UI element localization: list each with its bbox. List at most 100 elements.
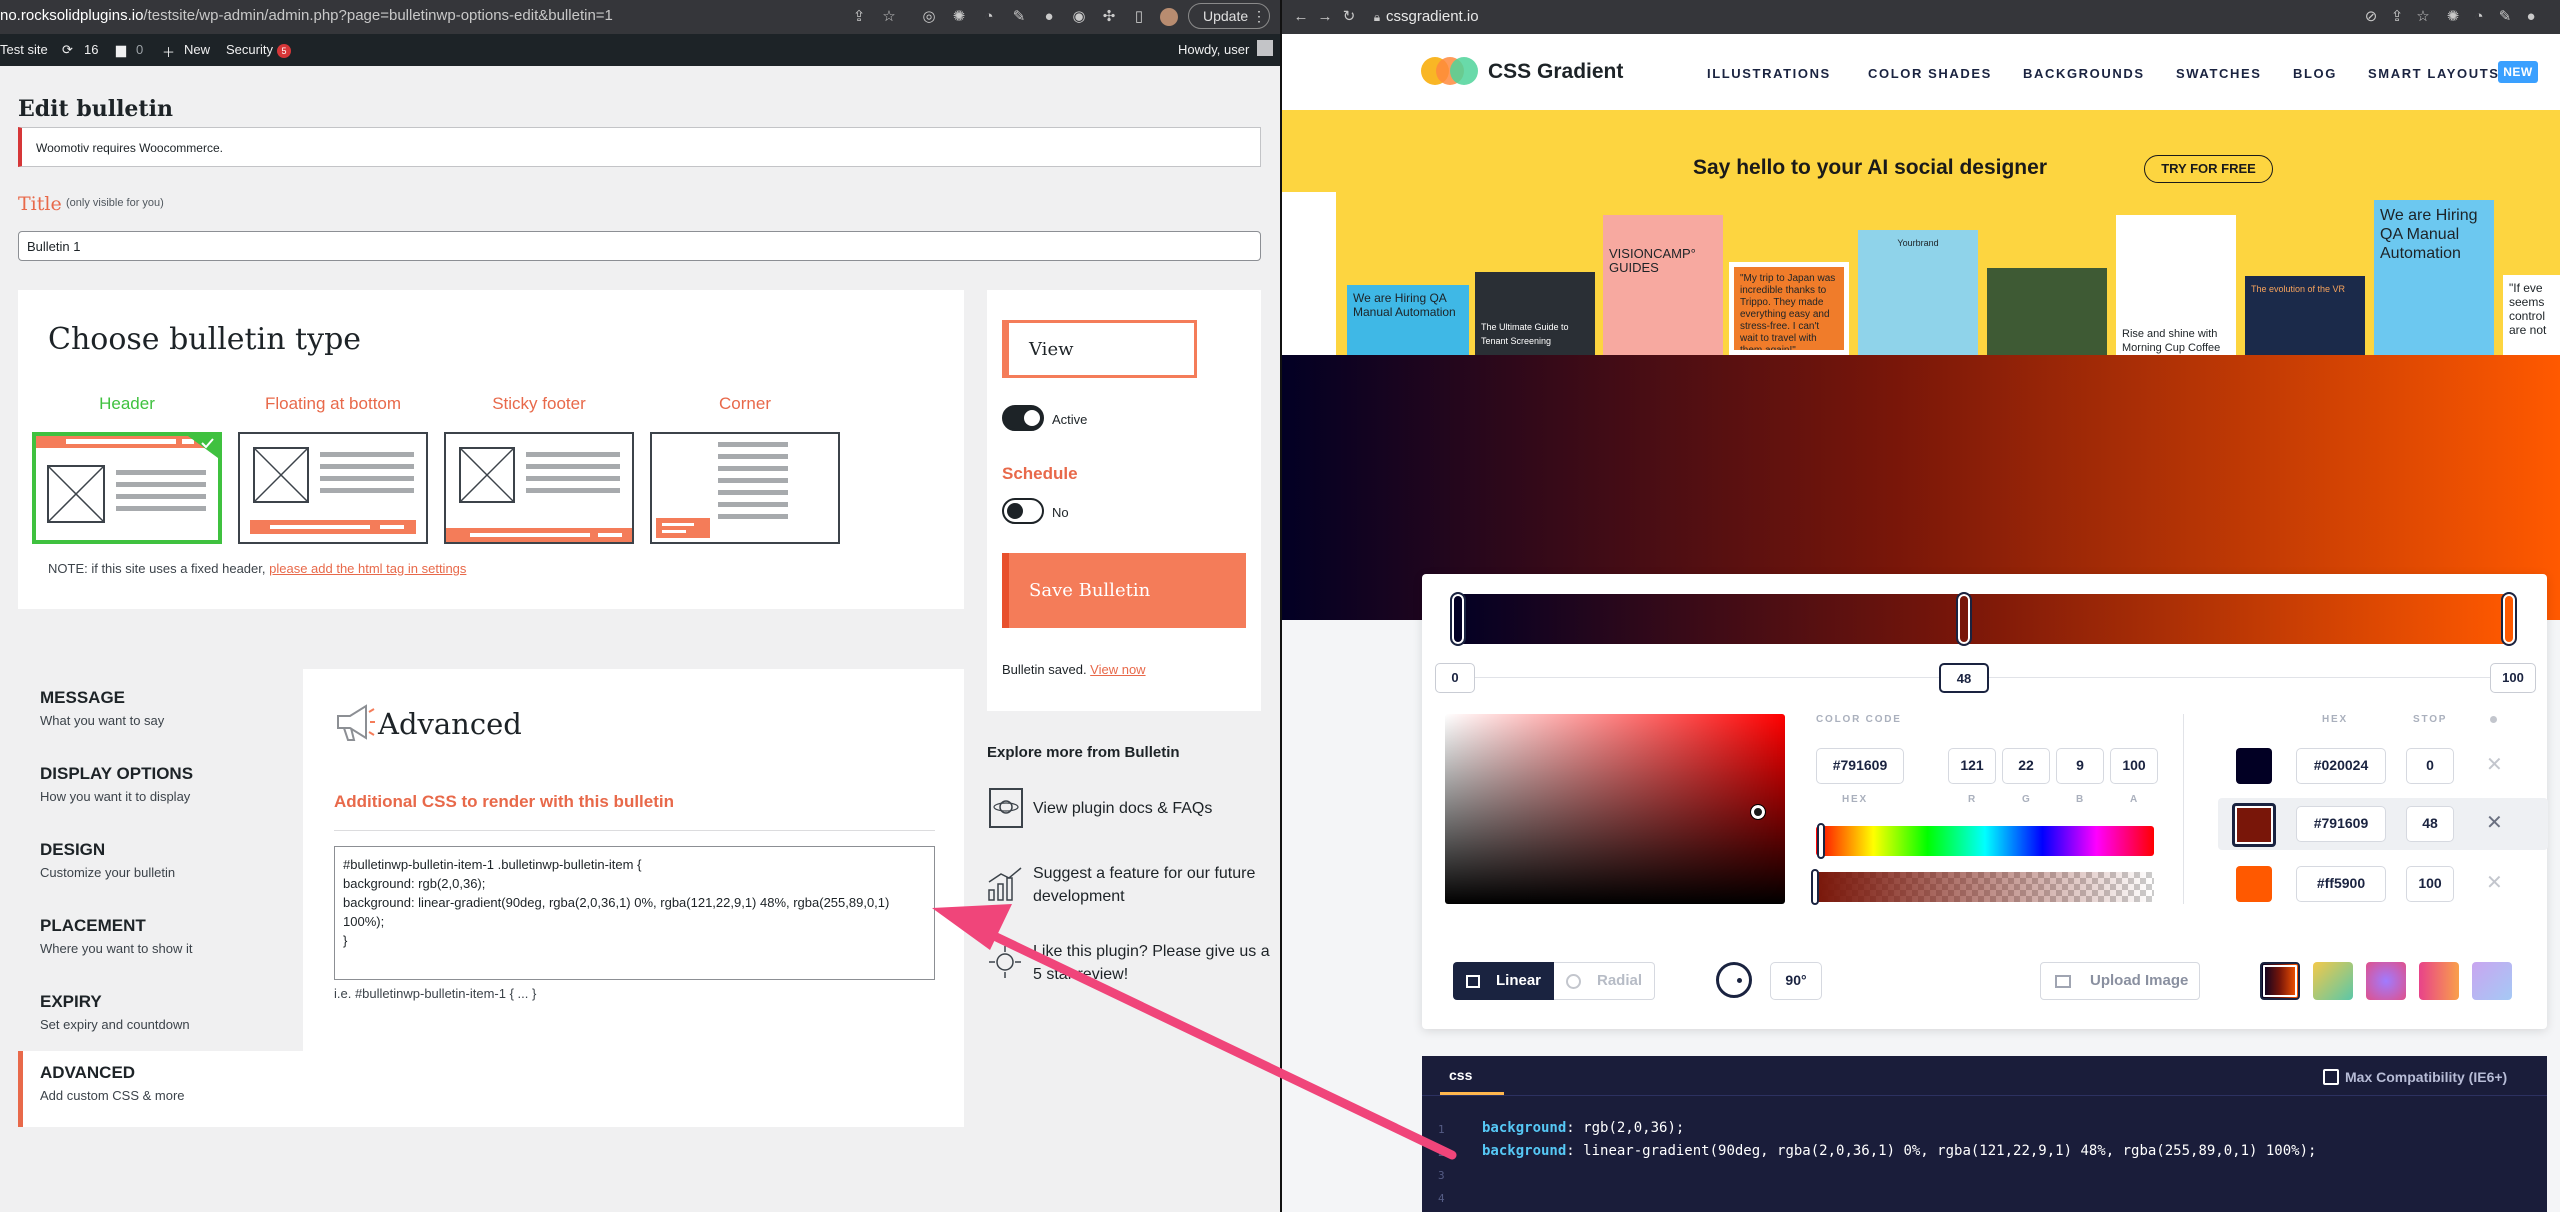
css-code-line-1[interactable]: background: rgb(2,0,36); xyxy=(1482,1120,1684,1136)
hue-slider-handle[interactable] xyxy=(1817,823,1825,859)
r-input[interactable]: 121 xyxy=(1948,748,1996,784)
g-input[interactable]: 22 xyxy=(2002,748,2050,784)
nav-swatches[interactable]: SWATCHES xyxy=(2176,66,2262,81)
stop-value-48[interactable]: 48 xyxy=(2406,806,2454,842)
menu-display-options[interactable]: DISPLAY OPTIONS How you want it to displa… xyxy=(18,752,303,822)
forward-icon[interactable]: → xyxy=(1316,8,1334,26)
stop-swatch-0[interactable] xyxy=(2236,748,2272,784)
nav-backgrounds[interactable]: BACKGROUNDS xyxy=(2023,66,2145,81)
profile-avatar-icon[interactable] xyxy=(1160,8,1178,26)
plus-icon[interactable]: ＋ xyxy=(162,42,175,61)
menu-message[interactable]: MESSAGE What you want to say xyxy=(18,676,303,746)
additional-css-textarea[interactable]: #bulletinwp-bulletin-item-1 .bulletinwp-… xyxy=(334,846,935,980)
extension-icon[interactable]: ◔ xyxy=(2470,8,2488,26)
reload-icon[interactable]: ↻ xyxy=(1340,8,1358,26)
alpha-slider-handle[interactable] xyxy=(1811,869,1819,905)
extension-icon[interactable]: ● xyxy=(2522,8,2540,26)
type-card-floating[interactable] xyxy=(238,432,428,544)
right-url[interactable]: cssgradient.io xyxy=(1386,8,1479,25)
extension-icon[interactable]: ⊘ xyxy=(2362,8,2380,26)
settings-link[interactable]: please add the html tag in settings xyxy=(269,561,466,576)
extension-icon[interactable]: ◉ xyxy=(1070,8,1088,26)
stop-handle-0[interactable] xyxy=(1450,592,1466,646)
angle-input[interactable]: 90° xyxy=(1770,962,1822,1000)
update-button[interactable]: Update ⋮ xyxy=(1188,3,1270,29)
stop-handle-48[interactable] xyxy=(1956,592,1972,646)
type-label-corner[interactable]: Corner xyxy=(650,394,840,414)
left-url[interactable]: no.rocksolidplugins.io/testsite/wp-admin… xyxy=(0,7,613,24)
share-icon[interactable]: ⇪ xyxy=(850,8,868,26)
docs-link[interactable]: View plugin docs & FAQs xyxy=(1033,797,1273,820)
remove-stop-icon[interactable]: ✕ xyxy=(2486,870,2503,895)
extension-icon[interactable]: ◔ xyxy=(980,8,998,26)
admin-bar-howdy[interactable]: Howdy, user xyxy=(1178,42,1249,57)
color-picker-cursor[interactable] xyxy=(1750,804,1766,820)
nav-color-shades[interactable]: COLOR SHADES xyxy=(1868,66,1992,81)
bookmark-star-icon[interactable]: ☆ xyxy=(2414,8,2432,26)
user-avatar-icon[interactable] xyxy=(1257,40,1273,56)
preset-gradient-3[interactable] xyxy=(2366,962,2406,1000)
preset-gradient-2[interactable] xyxy=(2313,962,2353,1000)
color-picker-area[interactable] xyxy=(1445,714,1785,904)
share-icon[interactable]: ⇪ xyxy=(2388,8,2406,26)
schedule-toggle[interactable] xyxy=(1002,498,1044,524)
updates-icon[interactable]: ⟳ xyxy=(62,42,73,58)
type-card-corner[interactable] xyxy=(650,432,840,544)
view-now-link[interactable]: View now xyxy=(1090,662,1145,677)
type-label-floating[interactable]: Floating at bottom xyxy=(238,394,428,414)
alpha-slider[interactable] xyxy=(1816,872,2154,902)
admin-bar-new[interactable]: New xyxy=(184,42,210,57)
extension-icon[interactable]: ✺ xyxy=(950,8,968,26)
type-card-sticky-footer[interactable] xyxy=(444,432,634,544)
back-icon[interactable]: ← xyxy=(1292,8,1310,26)
stop-handle-100[interactable] xyxy=(2501,592,2517,646)
review-link[interactable]: Like this plugin? Please give us a 5 sta… xyxy=(1033,940,1273,986)
comments-count[interactable]: 0 xyxy=(136,42,143,57)
preset-gradient-4[interactable] xyxy=(2419,962,2459,1000)
extension-icon[interactable]: ◎ xyxy=(920,8,938,26)
stop-label-100[interactable]: 100 xyxy=(2490,663,2536,693)
stop-hex-100[interactable]: #ff5900 xyxy=(2296,866,2386,902)
menu-design[interactable]: DESIGN Customize your bulletin xyxy=(18,828,303,898)
menu-placement[interactable]: PLACEMENT Where you want to show it xyxy=(18,904,303,974)
b-input[interactable]: 9 xyxy=(2056,748,2104,784)
stop-label-0[interactable]: 0 xyxy=(1435,663,1475,693)
try-for-free-button[interactable]: TRY FOR FREE xyxy=(2144,155,2273,183)
max-compatibility-checkbox[interactable]: Max Compatibility (IE6+) xyxy=(2323,1069,2507,1085)
stop-swatch-48[interactable] xyxy=(2232,803,2276,847)
menu-advanced[interactable]: ADVANCED Add custom CSS & more xyxy=(18,1051,303,1127)
admin-bar-site[interactable]: Test site xyxy=(0,42,48,57)
extension-icon[interactable]: ✺ xyxy=(2444,8,2462,26)
css-tab[interactable]: css xyxy=(1449,1067,1472,1083)
admin-bar-security[interactable]: Security 5 xyxy=(226,42,291,58)
bookmark-star-icon[interactable]: ☆ xyxy=(880,8,898,26)
puzzle-icon[interactable]: ✣ xyxy=(1100,8,1118,26)
save-bulletin-button[interactable]: Save Bulletin xyxy=(1002,553,1246,628)
view-button[interactable]: View xyxy=(1002,320,1197,378)
nav-illustrations[interactable]: ILLUSTRATIONS xyxy=(1707,66,1831,81)
extension-icon[interactable]: ● xyxy=(1040,8,1058,26)
stop-swatch-100[interactable] xyxy=(2236,866,2272,902)
suggest-feature-link[interactable]: Suggest a feature for our future develop… xyxy=(1033,862,1273,908)
stop-value-0[interactable]: 0 xyxy=(2406,748,2454,784)
preset-gradient-1[interactable] xyxy=(2260,962,2300,1000)
menu-expiry[interactable]: EXPIRY Set expiry and countdown xyxy=(18,980,303,1050)
active-toggle[interactable] xyxy=(1002,405,1044,431)
stop-hex-0[interactable]: #020024 xyxy=(2296,748,2386,784)
preset-gradient-5[interactable] xyxy=(2472,962,2512,1000)
type-label-header[interactable]: Header xyxy=(32,394,222,414)
sidebar-icon[interactable]: ▯ xyxy=(1130,8,1148,26)
remove-stop-icon[interactable]: ✕ xyxy=(2486,752,2503,777)
site-logo-text[interactable]: CSS Gradient xyxy=(1488,60,1623,84)
gradient-stops-bar[interactable] xyxy=(1452,594,2514,644)
updates-count[interactable]: 16 xyxy=(84,42,98,57)
a-input[interactable]: 100 xyxy=(2110,748,2158,784)
right-address-bar[interactable]: ← → ↻ 🔒︎ cssgradient.io ⊘ ⇪ ☆ ✺ ◔ ✎ ● xyxy=(1282,0,2560,34)
stop-hex-48[interactable]: #791609 xyxy=(2296,806,2386,842)
type-label-sticky-footer[interactable]: Sticky footer xyxy=(444,394,634,414)
pen-icon[interactable]: ✎ xyxy=(1010,8,1028,26)
hex-input[interactable]: #791609 xyxy=(1816,748,1904,784)
nav-blog[interactable]: BLOG xyxy=(2293,66,2337,81)
stop-label-48[interactable]: 48 xyxy=(1939,663,1989,693)
stop-value-100[interactable]: 100 xyxy=(2406,866,2454,902)
